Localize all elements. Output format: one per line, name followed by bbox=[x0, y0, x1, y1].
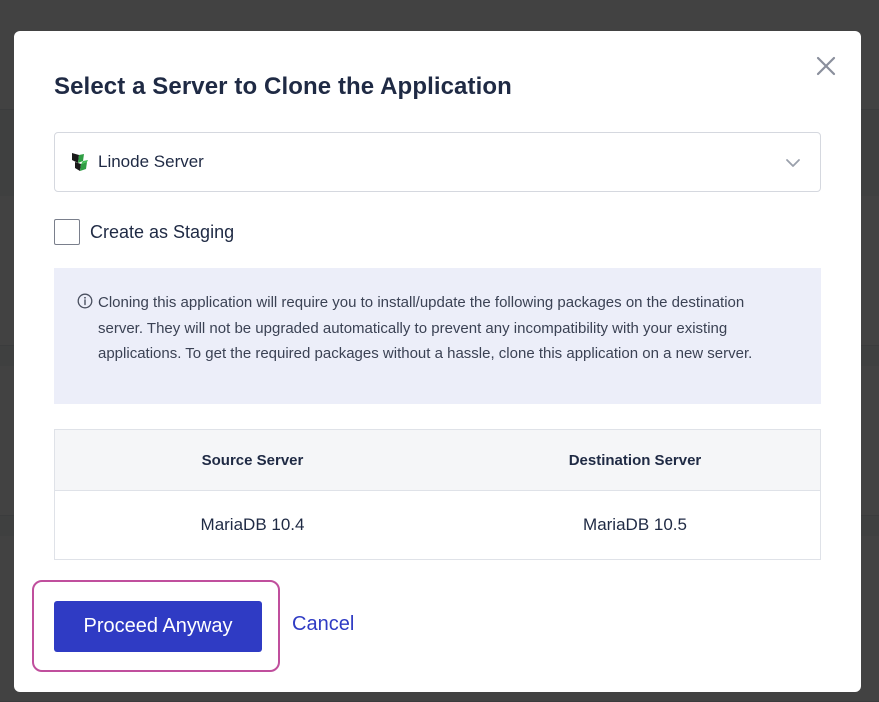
server-select[interactable]: Linode Server bbox=[54, 132, 821, 192]
table-header-row: Source Server Destination Server bbox=[55, 430, 820, 491]
packages-table: Source Server Destination Server MariaDB… bbox=[54, 429, 821, 560]
clone-application-modal: Select a Server to Clone the Application… bbox=[14, 31, 861, 692]
proceed-anyway-button[interactable]: Proceed Anyway bbox=[54, 601, 262, 652]
source-package: MariaDB 10.4 bbox=[200, 515, 305, 534]
modal-title: Select a Server to Clone the Application bbox=[54, 73, 512, 100]
destination-package: MariaDB 10.5 bbox=[583, 515, 687, 534]
close-icon bbox=[816, 56, 836, 76]
linode-server-icon bbox=[72, 153, 88, 171]
info-notice: Cloning this application will require yo… bbox=[54, 268, 821, 404]
cancel-button[interactable]: Cancel bbox=[292, 613, 354, 636]
create-as-staging[interactable]: Create as Staging bbox=[54, 219, 234, 245]
column-header-source: Source Server bbox=[201, 451, 304, 469]
selected-server-label: Linode Server bbox=[98, 152, 204, 171]
chevron-down-icon bbox=[786, 159, 800, 167]
info-icon bbox=[77, 293, 93, 309]
close-button[interactable] bbox=[813, 53, 839, 79]
info-text: Cloning this application will require yo… bbox=[98, 294, 753, 362]
staging-checkbox[interactable] bbox=[54, 219, 80, 245]
table-row: MariaDB 10.4 MariaDB 10.5 bbox=[55, 491, 820, 559]
staging-label: Create as Staging bbox=[90, 221, 235, 242]
column-header-destination: Destination Server bbox=[568, 451, 702, 469]
